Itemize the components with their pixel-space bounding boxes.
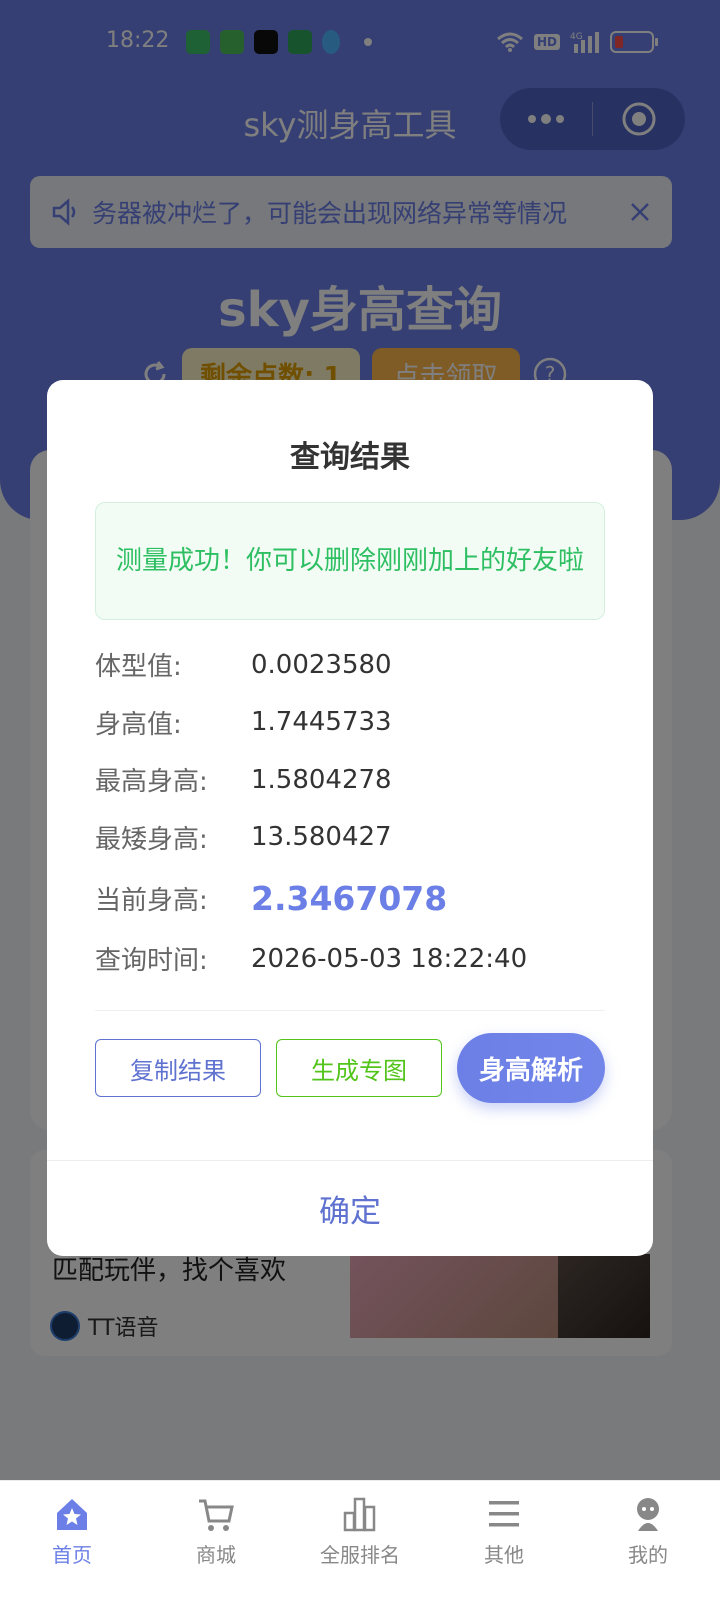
result-modal: 查询结果 测量成功！你可以删除刚刚加上的好友啦 体型值: 0.0023580 身…: [47, 380, 653, 1256]
tab-label: 商城: [196, 1543, 236, 1567]
profile-icon: [637, 1498, 659, 1531]
result-row-current-height: 当前身高: 2.3467078: [95, 866, 605, 930]
success-message: 测量成功！你可以删除刚刚加上的好友啦: [95, 502, 605, 620]
result-label: 最高身高:: [95, 767, 208, 798]
menu-icon: [489, 1501, 519, 1527]
confirm-button[interactable]: 确定: [47, 1160, 653, 1256]
result-label: 当前身高:: [95, 885, 208, 916]
tab-bar: 首页 商城 全服排名 其他 我的: [0, 1480, 720, 1612]
result-label: 最矮身高:: [95, 824, 208, 855]
result-label: 查询时间:: [95, 946, 208, 977]
result-row-body-type: 体型值: 0.0023580: [95, 636, 605, 694]
chart-icon: [343, 1497, 376, 1532]
result-value: 1.7445733: [251, 707, 392, 738]
tab-shop[interactable]: 商城: [144, 1481, 288, 1612]
cart-icon: [199, 1499, 234, 1531]
tab-label: 其他: [484, 1543, 524, 1567]
result-value: 2026-05-03 18:22:40: [251, 943, 528, 974]
current-height-value: 2.3467078: [251, 878, 448, 918]
tab-ranking[interactable]: 全服排名: [288, 1481, 432, 1612]
result-row-query-time: 查询时间: 2026-05-03 18:22:40: [95, 930, 605, 988]
action-buttons: 复制结果 生成专图 身高解析: [95, 1032, 605, 1104]
result-row-max-height: 最高身高: 1.5804278: [95, 751, 605, 809]
result-label: 体型值:: [95, 652, 182, 683]
result-list: 体型值: 0.0023580 身高值: 1.7445733 最高身高: 1.58…: [95, 636, 605, 988]
tab-profile[interactable]: 我的: [576, 1481, 720, 1612]
divider: [95, 1010, 605, 1011]
result-label: 身高值:: [95, 709, 182, 740]
height-analysis-button[interactable]: 身高解析: [457, 1033, 605, 1103]
result-value: 0.0023580: [251, 649, 392, 680]
copy-result-button[interactable]: 复制结果: [95, 1039, 261, 1097]
tab-label: 全服排名: [320, 1543, 400, 1567]
result-value: 1.5804278: [251, 764, 392, 795]
tab-home[interactable]: 首页: [0, 1481, 144, 1612]
tab-label: 我的: [628, 1543, 668, 1567]
result-value: 13.580427: [251, 822, 392, 853]
result-row-height-value: 身高值: 1.7445733: [95, 694, 605, 752]
result-row-min-height: 最矮身高: 13.580427: [95, 809, 605, 867]
generate-image-button[interactable]: 生成专图: [276, 1039, 442, 1097]
modal-title: 查询结果: [290, 440, 410, 475]
tab-other[interactable]: 其他: [432, 1481, 576, 1612]
home-icon: [57, 1499, 87, 1530]
tab-label: 首页: [52, 1543, 92, 1567]
